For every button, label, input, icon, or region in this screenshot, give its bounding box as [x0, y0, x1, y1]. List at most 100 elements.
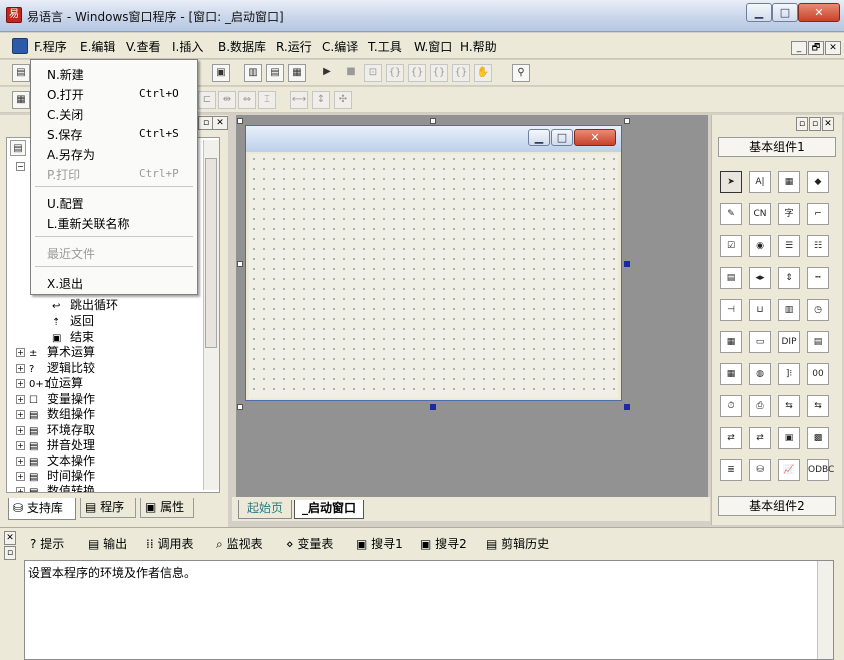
debug-icon[interactable]: ⊡: [364, 64, 382, 82]
menu-run[interactable]: R.运行: [276, 38, 312, 55]
resize-handle[interactable]: [237, 261, 243, 267]
expand-icon[interactable]: +: [16, 426, 25, 435]
slider-icon[interactable]: ⊣: [720, 299, 742, 321]
expand-icon[interactable]: +: [16, 441, 25, 450]
resize-handle[interactable]: [237, 404, 243, 410]
menu-database[interactable]: B.数据库: [218, 38, 266, 55]
edit-icon[interactable]: ✎: [720, 203, 742, 225]
menu-item-recent-files[interactable]: 最近文件: [47, 245, 95, 262]
tab-clip-history[interactable]: ▤ 剪辑历史: [486, 535, 549, 552]
same-width-icon[interactable]: ⟷: [290, 91, 308, 109]
expand-icon[interactable]: +: [16, 379, 25, 388]
stop-icon[interactable]: ■: [342, 64, 360, 82]
menu-window[interactable]: W.窗口: [414, 38, 452, 55]
palette-restore-button[interactable]: ▫: [796, 117, 808, 131]
layout-c-icon[interactable]: ▦: [288, 64, 306, 82]
resize-handle[interactable]: [237, 118, 243, 124]
menu-item-rebind-names[interactable]: L.重新关联名称: [47, 215, 130, 232]
network-icon[interactable]: ⇆: [778, 395, 800, 417]
network2-icon[interactable]: ⇆: [807, 395, 829, 417]
expand-icon[interactable]: +: [16, 487, 25, 492]
odbc-icon[interactable]: ODBC: [807, 459, 834, 481]
bottom-close-button[interactable]: ✕: [4, 531, 16, 545]
maximize-button[interactable]: □: [772, 3, 798, 22]
tree-group-pinyin[interactable]: + ▤ 拼音处理: [16, 436, 95, 453]
tab-watch[interactable]: ⌕ 监视表: [216, 535, 263, 552]
bottom-restore-button[interactable]: ▫: [4, 546, 16, 560]
expand-icon[interactable]: +: [16, 348, 25, 357]
menu-view[interactable]: V.查看: [126, 38, 160, 55]
expand-icon[interactable]: +: [16, 410, 25, 419]
align-left-icon[interactable]: ⊏: [198, 91, 216, 109]
tree-group-arith[interactable]: + ± 算术运算: [16, 343, 95, 360]
align-i-icon[interactable]: ⌶: [258, 91, 276, 109]
run-icon[interactable]: ▶: [318, 64, 336, 82]
text-icon[interactable]: 字: [778, 203, 800, 225]
menu-item-save[interactable]: S.保存: [47, 126, 82, 143]
menu-item-exit[interactable]: X.退出: [47, 275, 83, 292]
resize-handle[interactable]: [430, 404, 436, 410]
close-button[interactable]: ✕: [798, 3, 840, 22]
hscroll-icon[interactable]: ◂▸: [749, 267, 771, 289]
menu-help[interactable]: H.帮助: [460, 38, 497, 55]
checkbox-icon[interactable]: ☑: [720, 235, 742, 257]
output-scrollbar[interactable]: [817, 561, 833, 659]
expand-icon[interactable]: +: [16, 364, 25, 373]
menu-item-open[interactable]: O.打开: [47, 86, 84, 103]
tab-output[interactable]: ▤ 输出: [88, 535, 127, 552]
step-out-icon[interactable]: {}: [430, 64, 448, 82]
tree-group-array[interactable]: + ▤ 数组操作: [16, 405, 95, 422]
combo-icon[interactable]: ☷: [807, 235, 829, 257]
palette-group-basic-2[interactable]: 基本组件2: [718, 496, 836, 516]
db-icon[interactable]: ⛁: [749, 459, 771, 481]
chart-icon[interactable]: 📈: [778, 459, 800, 481]
label-icon[interactable]: A|: [749, 171, 771, 193]
stack-icon[interactable]: ≣: [720, 459, 742, 481]
resize-handle[interactable]: [624, 118, 630, 124]
menu-item-config[interactable]: U.配置: [47, 195, 84, 212]
vscroll-icon[interactable]: ▥: [778, 299, 800, 321]
tab-program[interactable]: ▤ 程序: [80, 498, 136, 518]
menu-edit[interactable]: E.编辑: [80, 38, 115, 55]
shape-icon[interactable]: ◆: [807, 171, 829, 193]
menu-program[interactable]: F.程序: [34, 38, 67, 55]
align-space-icon[interactable]: ⇔: [238, 91, 256, 109]
timer-icon[interactable]: ◷: [807, 299, 829, 321]
palette-close-button[interactable]: ✕: [822, 117, 834, 131]
client-icon[interactable]: ⇄: [720, 427, 742, 449]
minimize-button[interactable]: ▁: [746, 3, 772, 22]
layout-a-icon[interactable]: ▥: [244, 64, 262, 82]
expand-icon[interactable]: +: [16, 472, 25, 481]
step-in-icon[interactable]: {}: [386, 64, 404, 82]
tab-search-1[interactable]: ▣ 搜寻1: [356, 535, 403, 552]
form-window[interactable]: ▁ □ ✕: [245, 125, 622, 401]
expand-icon[interactable]: +: [16, 395, 25, 404]
preview-icon[interactable]: ▣: [212, 64, 230, 82]
tab-properties[interactable]: ▣ 属性: [140, 498, 194, 518]
mdi-minimize-button[interactable]: _: [791, 41, 807, 55]
run-to-icon[interactable]: {}: [452, 64, 470, 82]
tab-variables[interactable]: ⋄ 变量表: [286, 535, 333, 552]
doc-icon[interactable]: ▤: [807, 331, 829, 353]
printer-icon[interactable]: ⎙: [749, 395, 771, 417]
step-over-icon[interactable]: {}: [408, 64, 426, 82]
hand-icon[interactable]: ✋: [474, 64, 492, 82]
window-icon[interactable]: ▣: [778, 427, 800, 449]
tab-call-stack[interactable]: ⁞⁞ 调用表: [146, 535, 193, 552]
menu-tools[interactable]: T.工具: [368, 38, 402, 55]
tree-group-number[interactable]: +▤数值转换: [16, 482, 95, 492]
resize-handle[interactable]: [624, 261, 630, 267]
tree-scroll-thumb[interactable]: [205, 158, 217, 348]
resize-handle[interactable]: [430, 118, 436, 124]
menu-compile[interactable]: C.编译: [322, 38, 358, 55]
palette-pin-button[interactable]: ▫: [809, 117, 821, 131]
menu-item-close[interactable]: C.关闭: [47, 106, 83, 123]
find-icon[interactable]: ⚲: [512, 64, 530, 82]
grid-toggle-icon[interactable]: ▦: [12, 91, 30, 109]
layout-b-icon[interactable]: ▤: [266, 64, 284, 82]
tab-icon[interactable]: ⊔: [749, 299, 771, 321]
palette-group-basic-1[interactable]: 基本组件1: [718, 137, 836, 157]
progress-icon[interactable]: ┅: [807, 267, 829, 289]
menu-insert[interactable]: I.插入: [172, 38, 203, 55]
tab-support-library[interactable]: ⛁ 支持库: [8, 498, 76, 520]
